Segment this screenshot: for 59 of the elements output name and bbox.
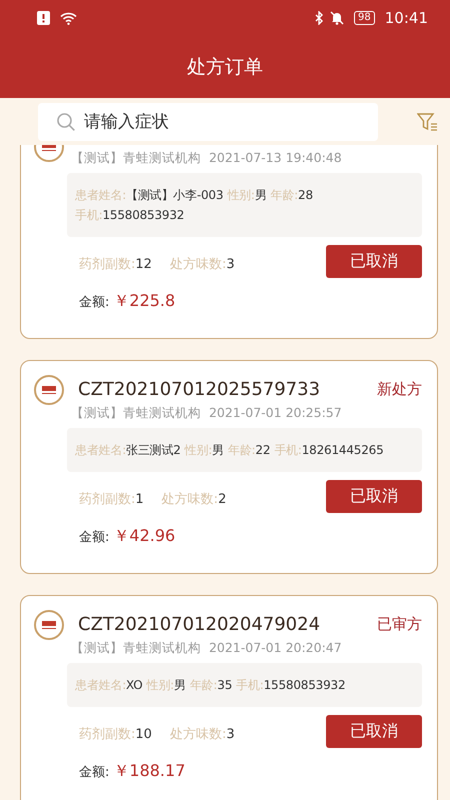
order-card[interactable]: 【测试】青蛙测试机构 2021-07-13 19:40:48 患者姓名:【测试】小李-003 性别:男 年龄:28 手机:15580853932 药剂副数:12 处方味数:3 已取消 金额: ￥225.8: [20, 145, 438, 339]
org-and-time: 【测试】青蛙测试机构 2021-07-01 20:25:57: [70, 404, 343, 422]
field-value: 张三测试2: [126, 443, 181, 457]
amount-label: 金额:: [79, 295, 110, 310]
order-number: CZT202107012020479024: [78, 614, 320, 634]
field-label: 性别:: [227, 188, 255, 202]
field-value: 18261445265: [302, 443, 384, 457]
field-label: 处方味数:: [162, 492, 218, 507]
page-title: 处方订单: [186, 55, 264, 80]
field-value: 1: [135, 492, 144, 507]
field-value: 2: [218, 492, 226, 507]
field-value: 3: [226, 727, 235, 742]
status-time: 10:41: [384, 9, 428, 27]
field-value: 22: [255, 443, 270, 457]
field-label: 手机:: [274, 443, 302, 457]
field-label: 患者姓名:: [75, 188, 126, 202]
field-value: 35: [217, 678, 232, 692]
field-value: XO: [126, 678, 143, 692]
org-and-time: 【测试】青蛙测试机构 2021-07-01 20:20:47: [70, 639, 343, 657]
field-label: 药剂副数:: [79, 727, 136, 742]
search-field[interactable]: 请输入症状: [38, 102, 378, 140]
order-card[interactable]: CZT202107012020479024 已审方 【测试】青蛙测试机构 2021-07-01 20:20:47 患者姓名:XO 性别:男 年龄:35 手机:15580853932 药剂副数:10 处方味数:3 已取消 金额: ￥188.17: [20, 595, 438, 800]
order-status: 新处方: [377, 380, 422, 398]
amount-label: 金额:: [79, 765, 110, 780]
field-value: 男: [174, 678, 186, 692]
field-value: 男: [212, 443, 224, 457]
amount-label: 金额:: [79, 530, 110, 545]
field-label: 年龄:: [270, 188, 298, 202]
cancelled-button[interactable]: 已取消: [326, 480, 422, 513]
field-value: 男: [254, 188, 267, 202]
amount-value: ￥225.8: [113, 291, 176, 310]
field-label: 手机:: [75, 208, 102, 222]
order-status: 已审方: [377, 614, 422, 634]
field-label: 处方味数:: [170, 257, 226, 272]
field-label: 处方味数:: [170, 727, 226, 742]
field-label: 年龄:: [190, 678, 218, 692]
field-label: 药剂副数:: [79, 257, 136, 272]
field-label: 性别:: [146, 678, 174, 692]
field-label: 年龄:: [228, 443, 256, 457]
field-label: 患者姓名:: [75, 678, 126, 692]
org-and-time: 【测试】青蛙测试机构 2021-07-13 19:40:48: [70, 149, 343, 167]
field-label: 性别:: [184, 443, 212, 457]
battery-indicator: 98: [354, 11, 375, 25]
order-number: CZT202107012025579733: [78, 378, 320, 400]
amount-value: ￥188.17: [113, 761, 186, 780]
field-value: 【测试】小李-003: [126, 188, 224, 202]
field-value: 15580853932: [102, 208, 184, 222]
field-value: 12: [135, 257, 152, 272]
field-value: 3: [226, 257, 235, 272]
field-value: 28: [298, 188, 313, 202]
order-card[interactable]: CZT202107012025579733 新处方 【测试】青蛙测试机构 2021-07-01 20:25:57 患者姓名:张三测试2 性别:男 年龄:22 手机:18261445265 药剂副数:1 处方味数:2 已取消 金额: ￥42.96: [20, 360, 438, 574]
cancelled-button[interactable]: 已取消: [326, 715, 422, 748]
field-value: 10: [135, 727, 152, 742]
field-value: 15580853932: [264, 678, 346, 692]
field-label: 药剂副数:: [79, 492, 136, 507]
field-label: 手机:: [236, 678, 264, 692]
amount-value: ￥42.96: [113, 526, 176, 545]
cancelled-button[interactable]: 已取消: [326, 245, 422, 278]
field-label: 患者姓名:: [75, 443, 126, 457]
